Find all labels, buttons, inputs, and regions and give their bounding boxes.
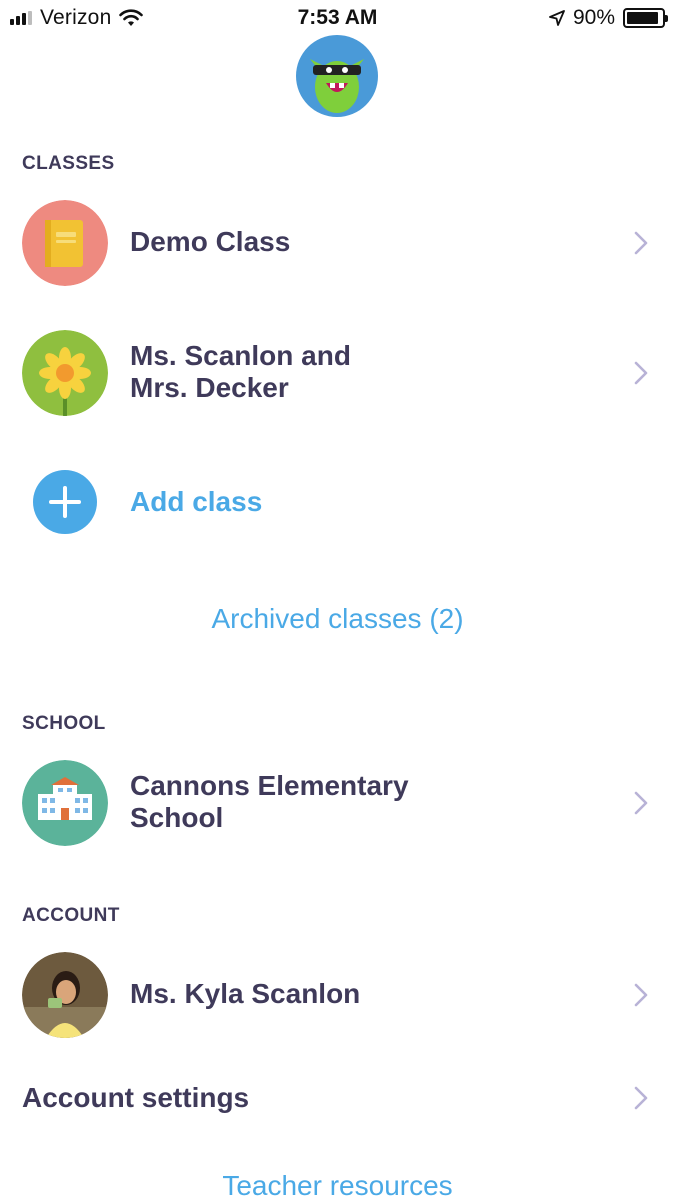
chevron-right-icon bbox=[634, 361, 648, 385]
classes-section-title: CLASSES bbox=[22, 153, 115, 174]
status-right: 90% bbox=[549, 6, 668, 30]
school-name: Cannons Elementary School bbox=[130, 770, 409, 834]
school-row[interactable]: Cannons Elementary School bbox=[0, 759, 675, 847]
plus-circle-icon bbox=[33, 470, 97, 534]
chevron-right-icon bbox=[634, 231, 648, 255]
class-name: Demo Class bbox=[130, 226, 291, 257]
account-section-title: ACCOUNT bbox=[22, 905, 120, 926]
archived-classes-link[interactable]: Archived classes (2) bbox=[0, 603, 675, 635]
school-section-title: SCHOOL bbox=[22, 713, 106, 734]
school-name-line-2: School bbox=[130, 802, 224, 833]
chevron-right-icon bbox=[634, 983, 648, 1007]
account-name: Ms. Kyla Scanlon bbox=[130, 978, 361, 1009]
account-settings-label: Account settings bbox=[22, 1082, 250, 1113]
battery-percent: 90% bbox=[572, 6, 615, 29]
chevron-right-icon bbox=[634, 791, 648, 815]
teacher-resources-link[interactable]: Teacher resources bbox=[0, 1170, 675, 1200]
school-building-icon bbox=[22, 760, 108, 846]
add-class-button[interactable]: Add class bbox=[0, 468, 675, 536]
class-row-demo[interactable]: Demo Class bbox=[0, 199, 675, 287]
battery-icon bbox=[623, 8, 668, 28]
notebook-icon bbox=[22, 200, 108, 286]
school-name-line-1: Cannons Elementary bbox=[130, 770, 409, 801]
profile-photo bbox=[22, 952, 108, 1038]
class-name: Ms. Scanlon and Mrs. Decker bbox=[130, 340, 351, 404]
flower-icon bbox=[22, 330, 108, 416]
class-name-line-1: Ms. Scanlon and bbox=[130, 340, 351, 371]
chevron-right-icon bbox=[634, 1086, 648, 1110]
account-settings-row[interactable]: Account settings bbox=[0, 1070, 675, 1126]
battery-level bbox=[627, 12, 658, 24]
location-arrow-icon bbox=[549, 10, 565, 26]
status-bar: Verizon 7:53 AM 90% bbox=[0, 0, 675, 38]
class-monster-avatar[interactable] bbox=[296, 35, 378, 117]
class-row-scanlon-decker[interactable]: Ms. Scanlon and Mrs. Decker bbox=[0, 329, 675, 417]
add-class-label: Add class bbox=[130, 486, 263, 517]
account-profile-row[interactable]: Ms. Kyla Scanlon bbox=[0, 951, 675, 1039]
class-name-line-2: Mrs. Decker bbox=[130, 372, 289, 403]
